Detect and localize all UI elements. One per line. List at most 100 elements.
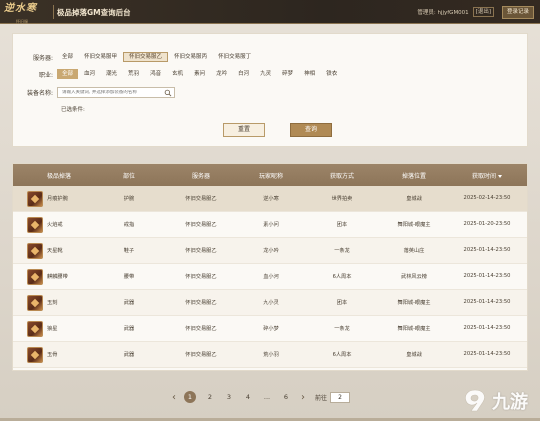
next-page-button[interactable]: › (297, 392, 309, 403)
page-number-button[interactable]: 4 (240, 393, 256, 401)
page-number-button[interactable]: 1 (184, 391, 196, 403)
class-option[interactable]: 鸿音 (145, 69, 166, 79)
item-name-cell: 天星靴 (47, 248, 63, 254)
logout-link[interactable]: [退出] (472, 7, 494, 17)
server-cell: 怀旧交易服乙 (185, 352, 217, 358)
server-option[interactable]: 全部 (57, 52, 78, 62)
item-name-cell: 火焰戒 (47, 222, 63, 228)
col-header-method: 获取方式 (329, 173, 354, 180)
class-option[interactable]: 神相 (299, 69, 320, 79)
time-cell: 2025-01-14-23:50 (463, 325, 511, 331)
jump-page-input[interactable]: 2 (330, 391, 351, 403)
item-name-cell: 狼星 (47, 326, 58, 332)
search-icon[interactable] (164, 89, 172, 97)
page-number-button[interactable]: 6 (278, 393, 294, 401)
reset-button[interactable]: 重置 (223, 123, 265, 137)
class-option[interactable]: 素问 (189, 69, 210, 79)
table-row[interactable]: 月痕护腕 护腕 怀旧交易服乙 逆小寒 世界拍卖 皇城战 2025-02-14-23:50 (13, 186, 527, 212)
equipment-icon (27, 295, 43, 311)
slot-cell: 戒指 (123, 222, 135, 228)
class-option[interactable]: 龙吟 (211, 69, 232, 79)
header-account-area: 管理员: hjjyfGM001 [退出] 登录记录 (417, 5, 534, 19)
player-cell: 九小灵 (263, 300, 279, 306)
time-cell: 2025-02-14-23:50 (463, 195, 511, 201)
header-divider (53, 5, 54, 19)
table-row[interactable]: 玉骨 武器 怀旧交易服乙 荒小羽 6人周本 皇城战 2025-01-14-23:50 (13, 342, 527, 368)
server-option[interactable]: 怀旧交易服乙 (123, 52, 169, 62)
time-cell: 2025-01-14-23:50 (463, 247, 511, 253)
item-name-cell: 玉刻 (47, 300, 58, 306)
class-option[interactable]: 全部 (57, 69, 79, 79)
nine-game-logo-icon (465, 389, 485, 412)
server-option[interactable]: 怀旧交易服丙 (169, 52, 212, 62)
equipment-icon (27, 191, 43, 207)
method-cell: 团本 (336, 300, 348, 306)
page-ellipsis: ... (263, 393, 271, 401)
server-option[interactable]: 怀旧交易服甲 (79, 52, 122, 62)
method-cell: 一条龙 (334, 248, 350, 254)
watermark-text: 九游 (492, 392, 528, 413)
col-header-item: 极品掉落 (46, 173, 71, 180)
server-options: 全部 怀旧交易服甲 怀旧交易服乙 怀旧交易服丙 怀旧交易服丁 (57, 52, 257, 62)
table-row[interactable]: 天星靴 鞋子 怀旧交易服乙 龙小吟 一条龙 落英山庄 2025-01-14-23:50 (13, 238, 527, 264)
jump-label: 前往 (315, 394, 328, 402)
class-option[interactable]: 铁衣 (321, 69, 342, 79)
equipment-icon (27, 347, 43, 363)
method-cell: 6人周本 (332, 352, 352, 358)
logo-text: 逆水寒 (4, 3, 37, 14)
location-cell: 武林风云榜 (401, 274, 427, 280)
filter-panel: 服务器: 全部 怀旧交易服甲 怀旧交易服乙 怀旧交易服丙 怀旧交易服丁 职业: 全部 血河… (12, 33, 528, 147)
login-record-button[interactable]: 登录记录 (501, 5, 534, 19)
player-cell: 龙小吟 (263, 248, 279, 254)
class-option[interactable]: 荒羽 (123, 69, 144, 79)
query-button[interactable]: 查询 (290, 123, 332, 137)
location-cell: 舞阳城-眼魔主 (397, 300, 431, 306)
server-option[interactable]: 怀旧交易服丁 (213, 52, 256, 62)
col-header-location: 掉落位置 (401, 173, 426, 180)
equip-filter-row: 装备名称: (13, 87, 175, 98)
server-cell: 怀旧交易服乙 (185, 326, 217, 332)
slot-cell: 护腕 (123, 196, 135, 202)
class-option[interactable]: 血河 (79, 69, 100, 79)
class-option[interactable]: 九灵 (255, 69, 276, 79)
class-option[interactable]: 白河 (233, 69, 254, 79)
location-cell: 皇城战 (406, 352, 422, 358)
player-cell: 血小河 (263, 274, 279, 280)
class-option[interactable]: 潮光 (101, 69, 122, 79)
prev-page-button[interactable]: ‹ (168, 392, 180, 403)
equipment-icon (27, 243, 43, 259)
server-cell: 怀旧交易服乙 (185, 222, 217, 228)
sort-down-icon[interactable] (498, 175, 502, 178)
location-cell: 舞阳城-眼魔主 (397, 326, 431, 332)
page-number-button[interactable]: 2 (202, 393, 218, 401)
server-cell: 怀旧交易服乙 (185, 196, 217, 202)
class-option[interactable]: 碎梦 (277, 69, 298, 79)
equip-search-box[interactable] (57, 87, 175, 98)
time-cell: 2025-01-14-23:50 (463, 273, 511, 279)
server-cell: 怀旧交易服乙 (185, 248, 217, 254)
page-title: 极品掉落GM查询后台 (57, 8, 131, 17)
location-cell: 皇城战 (406, 196, 422, 202)
time-cell: 2025-01-14-23:50 (463, 351, 511, 357)
class-option[interactable]: 玄机 (167, 69, 188, 79)
method-cell: 6人周本 (332, 274, 352, 280)
server-cell: 怀旧交易服乙 (185, 274, 217, 280)
class-filter-label: 职业: (38, 71, 53, 79)
table-row[interactable]: 狼星 武器 怀旧交易服乙 碎小梦 一条龙 舞阳城-眼魔主 2025-01-14-23:50 (13, 316, 527, 342)
location-cell: 舞阳城-眼魔主 (397, 222, 431, 228)
page-numbers: 1 2 3 4... 6 (184, 391, 297, 403)
col-header-time[interactable]: 获取时间 (459, 171, 515, 180)
time-cell: 2025-01-20-23:50 (463, 221, 511, 227)
player-cell: 荒小羽 (263, 352, 279, 358)
game-logo: 逆水寒 怀旧服 (4, 2, 50, 24)
table-row[interactable]: 玉刻 武器 怀旧交易服乙 九小灵 团本 舞阳城-眼魔主 2025-01-14-23:50 (13, 290, 527, 316)
slot-cell: 鞋子 (123, 248, 135, 254)
table-row[interactable]: 火焰戒 戒指 怀旧交易服乙 素小问 团本 舞阳城-眼魔主 2025-01-20-23:50 (13, 212, 527, 238)
top-header: 逆水寒 怀旧服 极品掉落GM查询后台 管理员: hjjyfGM001 [退出] … (0, 0, 540, 24)
equipment-icon (27, 217, 43, 233)
equip-search-input[interactable] (62, 90, 162, 95)
slot-cell: 武器 (123, 326, 135, 332)
page-number-button[interactable]: 3 (221, 393, 237, 401)
table-row[interactable]: 麒麟腰带 腰带 怀旧交易服乙 血小河 6人周本 武林风云榜 2025-01-14-23:50 (13, 264, 527, 290)
class-options: 全部 血河 潮光 荒羽 鸿音 玄机 素问 龙吟 白河 九灵 碎梦 神相 铁衣 (57, 69, 343, 79)
